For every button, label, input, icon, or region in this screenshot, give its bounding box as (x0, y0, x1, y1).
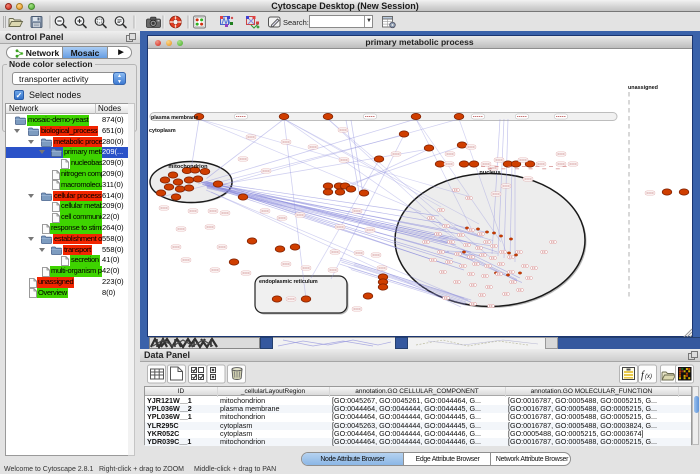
svg-text:plasma membrane: plasma membrane (151, 115, 198, 121)
svg-text:(x): (x) (645, 374, 652, 380)
svg-text:nucleus: nucleus (479, 170, 500, 176)
svg-text:mitochondrion: mitochondrion (168, 164, 208, 170)
svg-text:cytoplasm: cytoplasm (149, 128, 176, 134)
svg-text:endoplasmic reticulum: endoplasmic reticulum (259, 279, 318, 285)
svg-text:unassigned: unassigned (628, 85, 658, 91)
